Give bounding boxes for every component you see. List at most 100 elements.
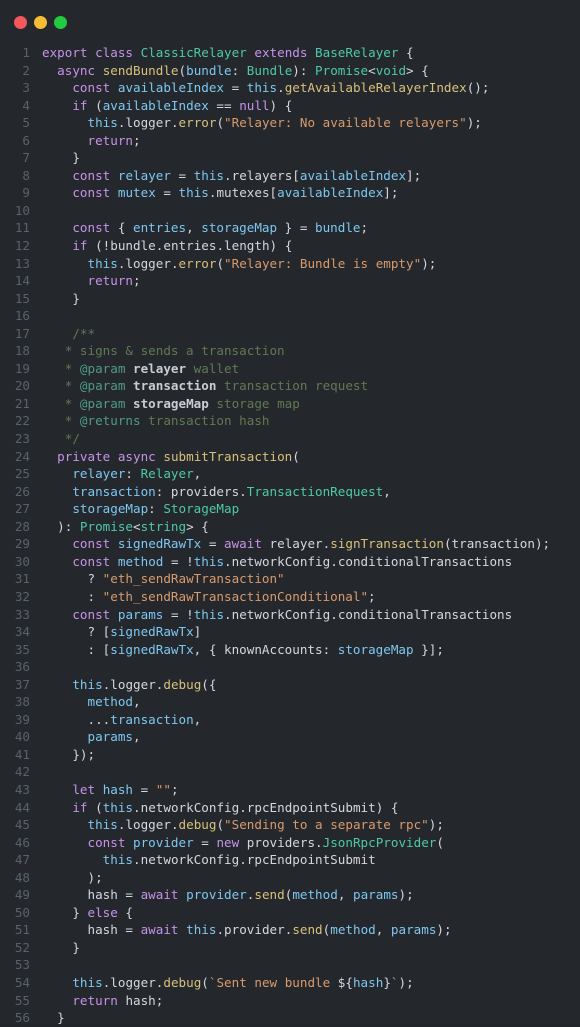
line-number: 32 (14, 588, 30, 604)
line-number: 54 (14, 974, 30, 990)
code-line-source: return hash; (72, 992, 164, 1008)
code-line-source: const provider = new providers.JsonRpcPr… (87, 834, 444, 850)
code-line: 10 (0, 202, 580, 220)
code-line: 53 (0, 956, 580, 974)
line-number: 53 (14, 957, 30, 973)
code-line: 3 const availableIndex = this.getAvailab… (0, 79, 580, 97)
line-number: 5 (22, 115, 30, 131)
code-line: 36 (0, 658, 580, 676)
code-line: 8 const relayer = this.relayers[availabl… (0, 167, 580, 185)
line-number: 13 (14, 255, 30, 271)
code-line: 22 * @returns transaction hash (0, 412, 580, 430)
line-number: 50 (14, 904, 30, 920)
code-line: 24 private async submitTransaction( (0, 448, 580, 466)
code-line-source: ); (42, 869, 103, 885)
code-line: 20 * @param transaction transaction requ… (0, 377, 580, 395)
line-number: 6 (22, 132, 30, 148)
code-line: 32 : "eth_sendRawTransactionConditional"… (0, 588, 580, 606)
code-line: 7 } (0, 149, 580, 167)
close-window-button[interactable] (14, 15, 27, 29)
code-line-source: ? [signedRawTx] (42, 624, 202, 640)
line-number: 49 (14, 887, 30, 903)
code-line: 49 hash = await provider.send(method, pa… (0, 886, 580, 904)
code-line-source: async sendBundle(bundle: Bundle): Promis… (57, 62, 429, 78)
code-line: 41 }); (0, 746, 580, 764)
code-line: 47 this.networkConfig.rpcEndpointSubmit (0, 851, 580, 869)
code-line-source: /** (42, 325, 96, 341)
line-number: 29 (14, 536, 30, 552)
code-line: 51 hash = await this.provider.send(metho… (0, 921, 580, 939)
code-line-source: transaction: providers.TransactionReques… (72, 483, 391, 499)
code-line-source: if (availableIndex == null) { (72, 97, 293, 113)
code-line: 4 if (availableIndex == null) { (0, 97, 580, 115)
code-line: 2 async sendBundle(bundle: Bundle): Prom… (0, 62, 580, 80)
code-line-source: this.logger.error("Relayer: Bundle is em… (87, 255, 437, 271)
code-line-source: const availableIndex = this.getAvailable… (72, 80, 490, 96)
line-number: 37 (14, 676, 30, 692)
code-line: 23 */ (0, 430, 580, 448)
line-number: 17 (14, 325, 30, 341)
line-number: 48 (14, 869, 30, 885)
code-line: 42 (0, 763, 580, 781)
code-line: 5 this.logger.error("Relayer: No availab… (0, 114, 580, 132)
line-number: 33 (14, 606, 30, 622)
code-line: 19 * @param relayer wallet (0, 360, 580, 378)
line-number: 55 (14, 992, 30, 1008)
code-line: 44 if (this.networkConfig.rpcEndpointSub… (0, 799, 580, 817)
code-line-source: if (this.networkConfig.rpcEndpointSubmit… (72, 799, 399, 815)
line-number: 16 (14, 308, 30, 324)
code-editor[interactable]: 1 export class ClassicRelayer extends Bas… (0, 44, 580, 1027)
line-number: 25 (14, 466, 30, 482)
code-line-source: export class ClassicRelayer extends Base… (42, 45, 414, 60)
code-line: 26 transaction: providers.TransactionReq… (0, 483, 580, 501)
code-line-source: if (!bundle.entries.length) { (72, 238, 293, 254)
line-number: 35 (14, 641, 30, 657)
code-line: 21 * @param storageMap storage map (0, 395, 580, 413)
code-line: 45 this.logger.debug("Sending to a separ… (0, 816, 580, 834)
line-number: 12 (14, 238, 30, 254)
line-number: 22 (14, 413, 30, 429)
line-number: 8 (22, 167, 30, 183)
code-line-source: this.logger.error("Relayer: No available… (87, 115, 482, 131)
code-line: 40 params, (0, 728, 580, 746)
code-line-source: private async submitTransaction( (57, 448, 300, 464)
line-number: 44 (14, 799, 30, 815)
code-line: 25 relayer: Relayer, (0, 465, 580, 483)
line-number: 9 (22, 185, 30, 201)
line-number: 24 (14, 448, 30, 464)
code-line: 27 storageMap: StorageMap (0, 500, 580, 518)
line-number: 10 (14, 202, 30, 218)
line-number: 3 (22, 80, 30, 96)
line-number: 28 (14, 518, 30, 534)
maximize-window-button[interactable] (54, 15, 67, 29)
minimize-window-button[interactable] (34, 15, 47, 29)
code-line: 52 } (0, 939, 580, 957)
code-line-source: } (42, 1010, 65, 1026)
code-line: 1 export class ClassicRelayer extends Bas… (0, 44, 580, 62)
code-line: 9 const mutex = this.mutexes[availableIn… (0, 184, 580, 202)
code-line-source: return; (87, 273, 141, 289)
line-number: 39 (14, 711, 30, 727)
window-titlebar (0, 0, 580, 44)
code-line: 31 ? "eth_sendRawTransaction" (0, 570, 580, 588)
code-line: 34 ? [signedRawTx] (0, 623, 580, 641)
line-number: 18 (14, 343, 30, 359)
code-line-source: * signs & sends a transaction (42, 343, 285, 359)
code-line: 46 const provider = new providers.JsonRp… (0, 834, 580, 852)
line-number: 27 (14, 501, 30, 517)
code-line-source: } (42, 150, 80, 166)
code-line-source: ): Promise<string> { (42, 518, 209, 534)
line-number: 52 (14, 939, 30, 955)
code-line-source: const relayer = this.relayers[availableI… (72, 167, 422, 183)
code-line: 30 const method = !this.networkConfig.co… (0, 553, 580, 571)
line-number: 2 (22, 62, 30, 78)
line-number: 20 (14, 378, 30, 394)
line-number: 14 (14, 273, 30, 289)
line-number: 26 (14, 483, 30, 499)
code-line-source: ...transaction, (42, 711, 202, 727)
line-number: 31 (14, 571, 30, 587)
code-line: 50 } else { (0, 904, 580, 922)
code-line-source: method, (87, 694, 141, 710)
line-number: 11 (14, 220, 30, 236)
code-window: 1 export class ClassicRelayer extends Bas… (0, 0, 580, 1027)
